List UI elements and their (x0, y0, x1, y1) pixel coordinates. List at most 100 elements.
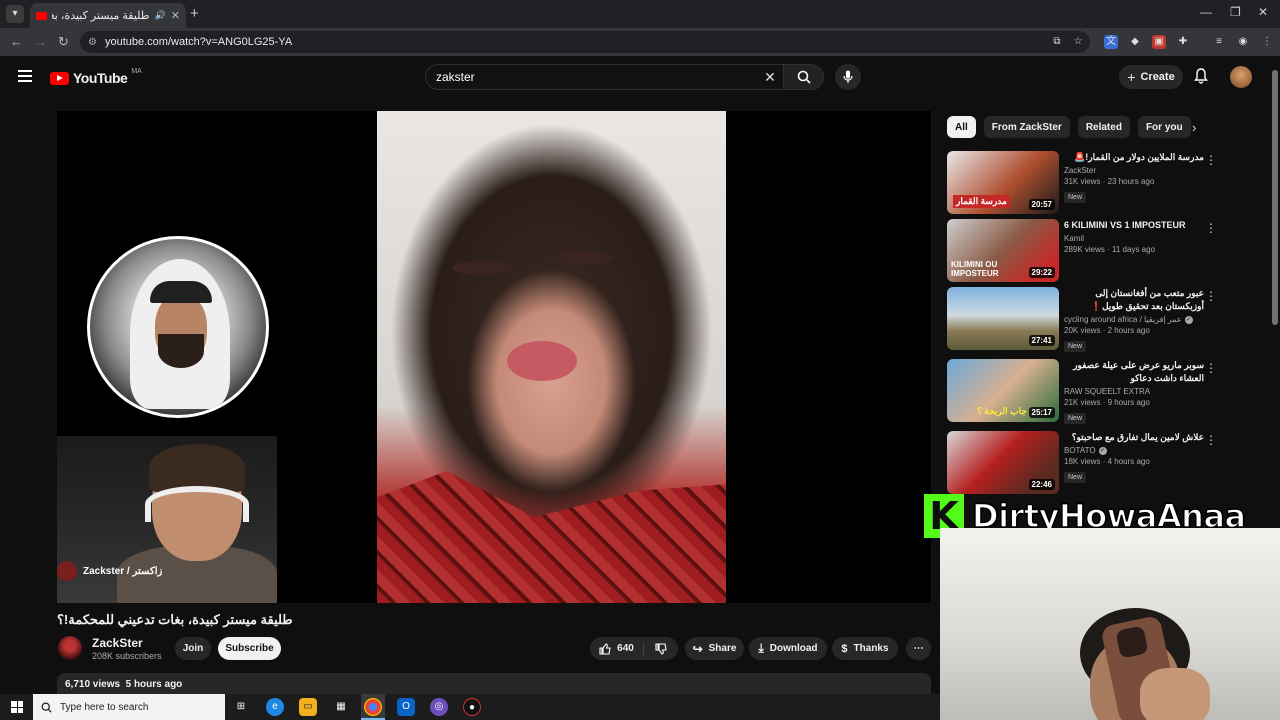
tab-search-button[interactable]: ▾ (6, 5, 24, 23)
create-button[interactable]: + Create (1119, 65, 1183, 89)
recommendation-meta: 20K views · 2 hours ago (1064, 326, 1150, 335)
channel-avatar[interactable] (58, 636, 82, 660)
youtube-play-logo-icon (50, 71, 69, 85)
install-app-icon[interactable]: ⧉ (1050, 35, 1064, 49)
diamond-extension-icon[interactable]: ◆ (1128, 35, 1142, 49)
share-label: Share (708, 643, 737, 654)
recommendation-channel[interactable]: BOTATO ✓ (1064, 446, 1204, 455)
video-thumbnail[interactable]: جاب الربحة ؟ 25:17 (947, 359, 1059, 422)
address-bar[interactable]: ⚙ youtube.com/watch?v=ANG0LG25-YA (80, 31, 1090, 53)
recommendation-menu-icon[interactable]: ⋮ (1205, 221, 1217, 235)
recommendation-channel[interactable]: RAW SQUEELT EXTRA (1064, 387, 1204, 396)
file-explorer-icon[interactable]: ▭ (299, 698, 317, 716)
reading-list-icon[interactable]: ≡ (1212, 35, 1226, 49)
recommendation-item[interactable]: جاب الربحة ؟ 25:17 سوبر ماريو عرض على عي… (947, 359, 1217, 424)
chip-from-channel[interactable]: From ZackSter (983, 116, 1070, 138)
task-view-icon[interactable]: ⊞ (232, 698, 250, 716)
speaker-icon[interactable]: 🔊 (155, 10, 166, 21)
subscribe-button[interactable]: Subscribe (218, 637, 281, 660)
recommendation-channel[interactable]: ZackSter (1064, 166, 1204, 175)
browser-tab[interactable]: طليقة ميستر كبيدة، بغات تدعيني للمحكمة!؟… (30, 3, 186, 28)
chip-all[interactable]: All (947, 116, 976, 138)
recommendation-title[interactable]: عبور متعب من أفغانستان إلى أوزبكستان بعد… (1064, 287, 1204, 313)
recommendation-menu-icon[interactable]: ⋮ (1205, 153, 1217, 167)
obs-icon[interactable]: ● (463, 698, 481, 716)
streamer-facecam (940, 528, 1280, 720)
recommendation-menu-icon[interactable]: ⋮ (1205, 433, 1217, 447)
voice-search-button[interactable] (835, 64, 861, 90)
download-button[interactable]: ⤓ Download (749, 637, 827, 660)
red-extension-icon[interactable]: ▣ (1152, 35, 1166, 49)
video-thumbnail[interactable]: مدرسة القمار 20:57 (947, 151, 1059, 214)
site-info-icon[interactable]: ⚙ (88, 37, 97, 48)
share-button[interactable]: ↪ Share (685, 637, 744, 660)
new-badge: New (1064, 341, 1087, 352)
translate-extension-icon[interactable]: 文 (1104, 35, 1118, 49)
recommendation-views: 289K views (1064, 245, 1105, 254)
bookmark-star-icon[interactable]: ☆ (1071, 35, 1085, 49)
youtube-logo[interactable]: YouTube MA (50, 68, 142, 86)
clear-search-icon[interactable]: ✕ (757, 69, 783, 86)
microsoft-store-icon[interactable]: ▦ (332, 698, 350, 716)
plus-icon: + (1127, 69, 1136, 85)
more-actions-button[interactable]: ⋯ (906, 637, 931, 660)
video-plaid-shirt (377, 471, 726, 603)
recommendation-item[interactable]: KILIMINI OU IMPOSTEUR 29:22 6 KILIMINI V… (947, 219, 1217, 283)
profile-icon[interactable]: ◉ (1236, 35, 1250, 49)
browser-menu-icon[interactable]: ⋮ (1260, 35, 1274, 49)
youtube-logo-text: YouTube (73, 70, 128, 86)
windows-start-icon[interactable] (11, 701, 23, 713)
recommendation-menu-icon[interactable]: ⋮ (1205, 361, 1217, 375)
recommendation-menu-icon[interactable]: ⋮ (1205, 289, 1217, 303)
tab-close-icon[interactable]: ✕ (171, 9, 180, 22)
chip-related[interactable]: Related (1077, 116, 1130, 138)
close-window-button[interactable]: ✕ (1258, 5, 1268, 19)
recommendation-item[interactable]: 22:46 علاش لامين يمال تفارق مع صاحبتو؟ B… (947, 431, 1217, 495)
chip-for-you[interactable]: For you (1137, 116, 1191, 138)
dislike-button[interactable] (644, 642, 678, 655)
download-icon: ⤓ (758, 641, 764, 655)
search-input[interactable]: zakster (426, 70, 757, 84)
edge-browser-icon[interactable]: e (266, 698, 284, 716)
minimize-button[interactable]: — (1200, 5, 1212, 19)
recommendation-title[interactable]: علاش لامين يمال تفارق مع صاحبتو؟ (1064, 431, 1204, 444)
thanks-button[interactable]: $ Thanks (832, 637, 898, 660)
video-frame-woman (377, 111, 726, 603)
maximize-button[interactable]: ❐ (1230, 5, 1241, 19)
back-icon[interactable]: ← (10, 34, 23, 49)
video-thumbnail[interactable]: KILIMINI OU IMPOSTEUR 29:22 (947, 219, 1059, 282)
video-thumbnail[interactable]: 27:41 (947, 287, 1059, 350)
extensions-puzzle-icon[interactable]: ✚ (1176, 35, 1190, 49)
page-scrollbar[interactable] (1272, 70, 1278, 325)
outlook-icon[interactable]: O (397, 698, 415, 716)
video-thumbnail[interactable]: 22:46 (947, 431, 1059, 494)
chrome-icon[interactable] (364, 698, 382, 716)
recommendation-channel[interactable]: cycling around africa / عمر إفريقيا ✓ (1064, 315, 1204, 324)
account-avatar[interactable] (1230, 66, 1252, 88)
channel-name[interactable]: ZackSter (92, 636, 143, 650)
more-dots-icon: ⋯ (913, 643, 924, 654)
recommendation-meta: 31K views · 23 hours ago (1064, 177, 1155, 186)
recommendation-title[interactable]: سوبر ماريو عرض على عيلة عصفور العشاء داش… (1064, 359, 1204, 385)
recommendation-title[interactable]: مدرسة الملايين دولار من القمار!🚨 (1064, 151, 1204, 164)
recommendation-item[interactable]: 27:41 عبور متعب من أفغانستان إلى أوزبكست… (947, 287, 1217, 352)
notifications-bell-icon[interactable] (1194, 68, 1208, 88)
video-duration: 27:41 (1028, 335, 1055, 346)
thumbnail-caption: KILIMINI OU IMPOSTEUR (951, 260, 999, 278)
forward-icon[interactable]: → (34, 34, 47, 49)
reload-icon[interactable]: ↻ (58, 34, 69, 50)
search-button[interactable] (783, 65, 823, 89)
video-player[interactable]: Zackster / زاكستر (57, 111, 931, 603)
headphones-icon (145, 486, 249, 522)
join-button[interactable]: Join (175, 637, 211, 660)
new-tab-button[interactable]: + (190, 5, 199, 22)
recommendation-channel[interactable]: Kamil (1064, 234, 1204, 243)
like-button[interactable]: 640 (590, 642, 644, 655)
recommendation-channel-name: ZackSter (1064, 166, 1097, 175)
recommendation-title[interactable]: 6 KILIMINI VS 1 IMPOSTEUR (1064, 219, 1204, 232)
guide-menu-icon[interactable] (18, 70, 32, 82)
recommendation-item[interactable]: مدرسة القمار 20:57 مدرسة الملايين دولار … (947, 151, 1217, 215)
taskbar-search[interactable]: Type here to search (33, 694, 225, 720)
app-purple-icon[interactable]: ◎ (430, 698, 448, 716)
chips-next-chevron-icon[interactable]: › (1192, 120, 1196, 135)
